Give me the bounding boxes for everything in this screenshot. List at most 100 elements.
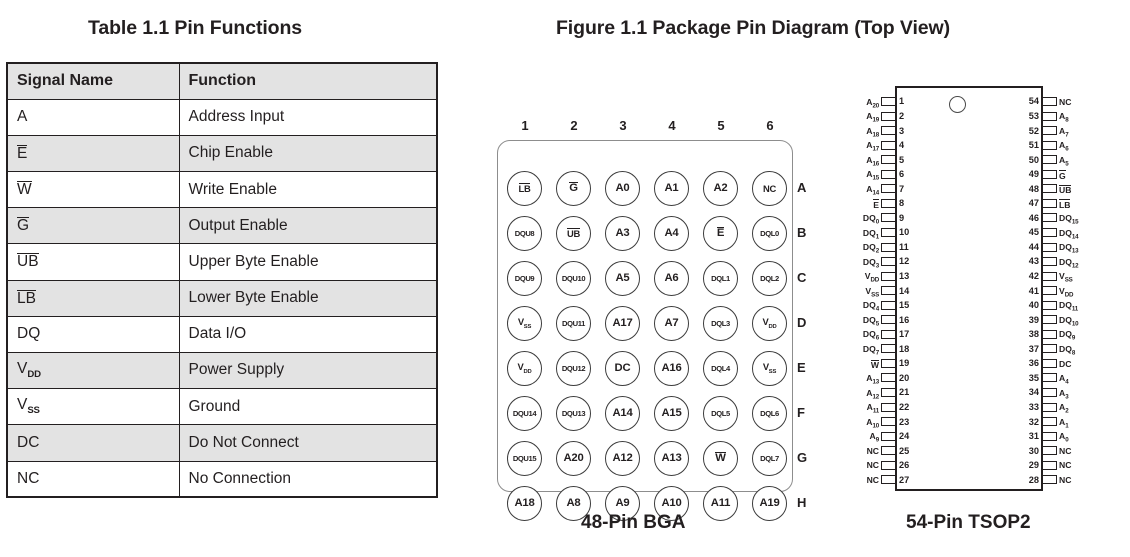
- tsop2-pin-label: DQ9: [1059, 329, 1076, 343]
- table-row: VSS Ground: [6, 388, 438, 426]
- tsop2-pin-label: VSS: [1059, 271, 1073, 284]
- tsop2-pin-label: A2: [1059, 402, 1069, 415]
- tsop2-lead: [881, 286, 896, 296]
- tsop2-pin-label: A18: [866, 125, 879, 139]
- table-row: A Address Input: [6, 98, 438, 136]
- tsop2-pin-number: 39: [1028, 314, 1039, 325]
- bga-row-header: D: [797, 315, 807, 330]
- tsop2-pin-number: 31: [1028, 431, 1039, 442]
- tsop2-pin-label: A13: [866, 373, 879, 386]
- cell-function: Address Input: [178, 98, 438, 136]
- tsop2-pin-label: NC: [1059, 474, 1072, 485]
- bga-ball: DQL5: [703, 396, 738, 431]
- table-row: DC Do Not Connect: [6, 424, 438, 462]
- tsop2-pin-label: NC: [1059, 445, 1072, 456]
- tsop2-lead: [1042, 169, 1057, 179]
- tsop2-pin-number: 47: [1028, 198, 1039, 209]
- tsop2-lead: [1042, 198, 1057, 208]
- tsop2-pin-label: A3: [1059, 387, 1069, 401]
- tsop2-pin-number: 20: [899, 372, 910, 383]
- cell-signal-name: DQ: [6, 315, 180, 354]
- tsop2-lead: [1042, 344, 1057, 354]
- bga-row-header: B: [797, 225, 807, 240]
- tsop2-pin-label: A10: [866, 416, 879, 430]
- tsop2-pin-number: 12: [899, 256, 910, 267]
- cell-signal-name: LB: [6, 279, 180, 317]
- bga-ball: A16: [654, 351, 689, 386]
- bga-ball: E: [703, 216, 738, 251]
- bga-ball: A14: [605, 396, 640, 431]
- tsop2-pin-number: 18: [899, 343, 910, 354]
- tsop2-lead: [1042, 126, 1057, 136]
- bga-ball: DQL3: [703, 306, 738, 341]
- tsop2-pin-label: DQ3: [862, 256, 879, 270]
- tsop2-caption: 54-Pin TSOP2: [906, 512, 1031, 533]
- table-heading: Table 1.1 Pin Functions: [88, 17, 303, 39]
- tsop2-pin-label: NC: [1059, 460, 1072, 471]
- bga-ball: A15: [654, 396, 689, 431]
- tsop2-pin-number: 29: [1028, 460, 1039, 471]
- tsop2-lead: [881, 198, 896, 208]
- tsop2-lead: [1042, 271, 1057, 281]
- tsop2-pin-number: 50: [1028, 154, 1039, 165]
- tsop2-lead: [881, 431, 896, 441]
- cell-function: Do Not Connect: [178, 424, 438, 462]
- bga-column-header: 1: [521, 118, 529, 133]
- bga-column-header: 2: [570, 118, 578, 133]
- cell-signal-name: E: [6, 134, 180, 173]
- tsop2-lead: [1042, 329, 1057, 339]
- bga-ball: A17: [605, 306, 640, 341]
- bga-ball: DQL4: [703, 351, 738, 386]
- tsop2-pin-label: VDD: [1059, 285, 1074, 299]
- tsop2-pin-label: E: [873, 199, 879, 210]
- bga-ball: A2: [703, 171, 738, 206]
- tsop2-pin-number: 7: [899, 183, 905, 194]
- table-row: G Output Enable: [6, 207, 438, 245]
- cell-signal-name: A: [6, 98, 180, 136]
- bga-ball: DQU14: [507, 396, 542, 431]
- tsop2-pin-number: 16: [899, 314, 910, 325]
- tsop2-pin-number: 49: [1028, 169, 1039, 180]
- tsop2-pin-number: 17: [899, 329, 910, 340]
- bga-ball: VDD: [752, 306, 787, 341]
- tsop2-lead: [881, 417, 896, 427]
- cell-function: Upper Byte Enable: [178, 243, 438, 281]
- tsop2-pin-label: A7: [1059, 125, 1069, 139]
- tsop2-pin-number: 24: [899, 431, 910, 442]
- bga-ball: DQU11: [556, 306, 591, 341]
- tsop2-pin-number: 15: [899, 300, 910, 311]
- tsop2-lead: [881, 140, 896, 150]
- tsop2-lead: [881, 475, 896, 485]
- tsop2-pin-label: A1: [1059, 416, 1069, 430]
- table-row: NC No Connection: [6, 460, 438, 498]
- cell-signal-name: VDD: [6, 351, 180, 390]
- bga-row-header: C: [797, 270, 807, 285]
- bga-ball: A3: [605, 216, 640, 251]
- bga-ball: DQL0: [752, 216, 787, 251]
- tsop2-pin-number: 36: [1028, 358, 1039, 369]
- tsop2-lead: [1042, 373, 1057, 383]
- tsop2-lead: [1042, 140, 1057, 150]
- cell-function: Chip Enable: [178, 134, 438, 173]
- table-row: DQ Data I/O: [6, 315, 438, 354]
- tsop2-pin-label: LB: [1059, 199, 1071, 210]
- tsop2-pin-label: NC: [866, 460, 879, 471]
- tsop2-lead: [1042, 155, 1057, 165]
- tsop2-lead: [881, 460, 896, 470]
- bga-ball: A0: [605, 171, 640, 206]
- tsop2-lead: [881, 315, 896, 325]
- tsop2-pin-number: 10: [899, 227, 910, 238]
- tsop2-pin-number: 34: [1028, 387, 1039, 398]
- bga-ball: VDD: [507, 351, 542, 386]
- tsop2-lead: [881, 402, 896, 412]
- bga-ball: DQU10: [556, 261, 591, 296]
- tsop2-pin-number: 22: [899, 401, 910, 412]
- bga-column-header: 6: [766, 118, 774, 133]
- cell-function: Power Supply: [178, 351, 438, 390]
- bga-ball: W: [703, 441, 738, 476]
- bga-ball: A18: [507, 486, 542, 521]
- tsop2-pin-label: A17: [866, 140, 879, 153]
- tsop2-lead: [881, 184, 896, 194]
- tsop2-pin-label: DQ12: [1059, 256, 1079, 270]
- tsop2-lead: [1042, 446, 1057, 456]
